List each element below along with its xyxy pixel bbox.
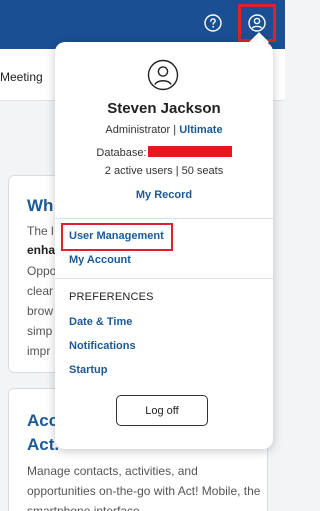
card-title: Wh bbox=[27, 196, 54, 215]
user-name: Steven Jackson bbox=[107, 100, 221, 117]
log-off-button[interactable]: Log off bbox=[116, 395, 208, 426]
card-line: enha bbox=[27, 243, 56, 257]
plan-name: Ultimate bbox=[179, 124, 223, 136]
preferences-heading: PREFERENCES bbox=[69, 291, 154, 303]
divider bbox=[55, 278, 273, 279]
my-record-link[interactable]: My Record bbox=[55, 189, 273, 201]
card-line: Oppo bbox=[27, 264, 57, 278]
database-label: Database: bbox=[96, 147, 147, 159]
card-line: simp bbox=[27, 324, 53, 338]
user-role-line: Administrator | Ultimate bbox=[55, 124, 273, 136]
users-info: 2 active users | 50 seats bbox=[104, 165, 224, 177]
startup-link[interactable]: Startup bbox=[69, 364, 108, 376]
card-line: clear bbox=[27, 284, 54, 298]
database-line: Database: bbox=[55, 146, 273, 159]
card-body: Manage contacts, activities, and opportu… bbox=[27, 464, 261, 511]
card-line: The l bbox=[27, 224, 54, 238]
nav-item-meeting[interactable]: Meeting bbox=[0, 70, 43, 84]
user-avatar-icon bbox=[147, 59, 179, 91]
card-title-line: Acc bbox=[27, 411, 59, 430]
my-account-link[interactable]: My Account bbox=[69, 254, 131, 266]
divider bbox=[55, 218, 273, 219]
database-redaction bbox=[147, 146, 232, 157]
role-separator: | bbox=[173, 124, 177, 136]
card-line: brow bbox=[27, 304, 54, 318]
user-management-link[interactable]: User Management bbox=[69, 230, 164, 242]
card-line: impr bbox=[27, 344, 51, 358]
user-role: Administrator bbox=[105, 124, 171, 136]
date-time-link[interactable]: Date & Time bbox=[69, 316, 132, 328]
help-circle-icon[interactable] bbox=[203, 13, 223, 33]
user-menu-dropdown: Steven Jackson Administrator | Ultimate … bbox=[55, 32, 273, 449]
notifications-link[interactable]: Notifications bbox=[69, 340, 136, 352]
